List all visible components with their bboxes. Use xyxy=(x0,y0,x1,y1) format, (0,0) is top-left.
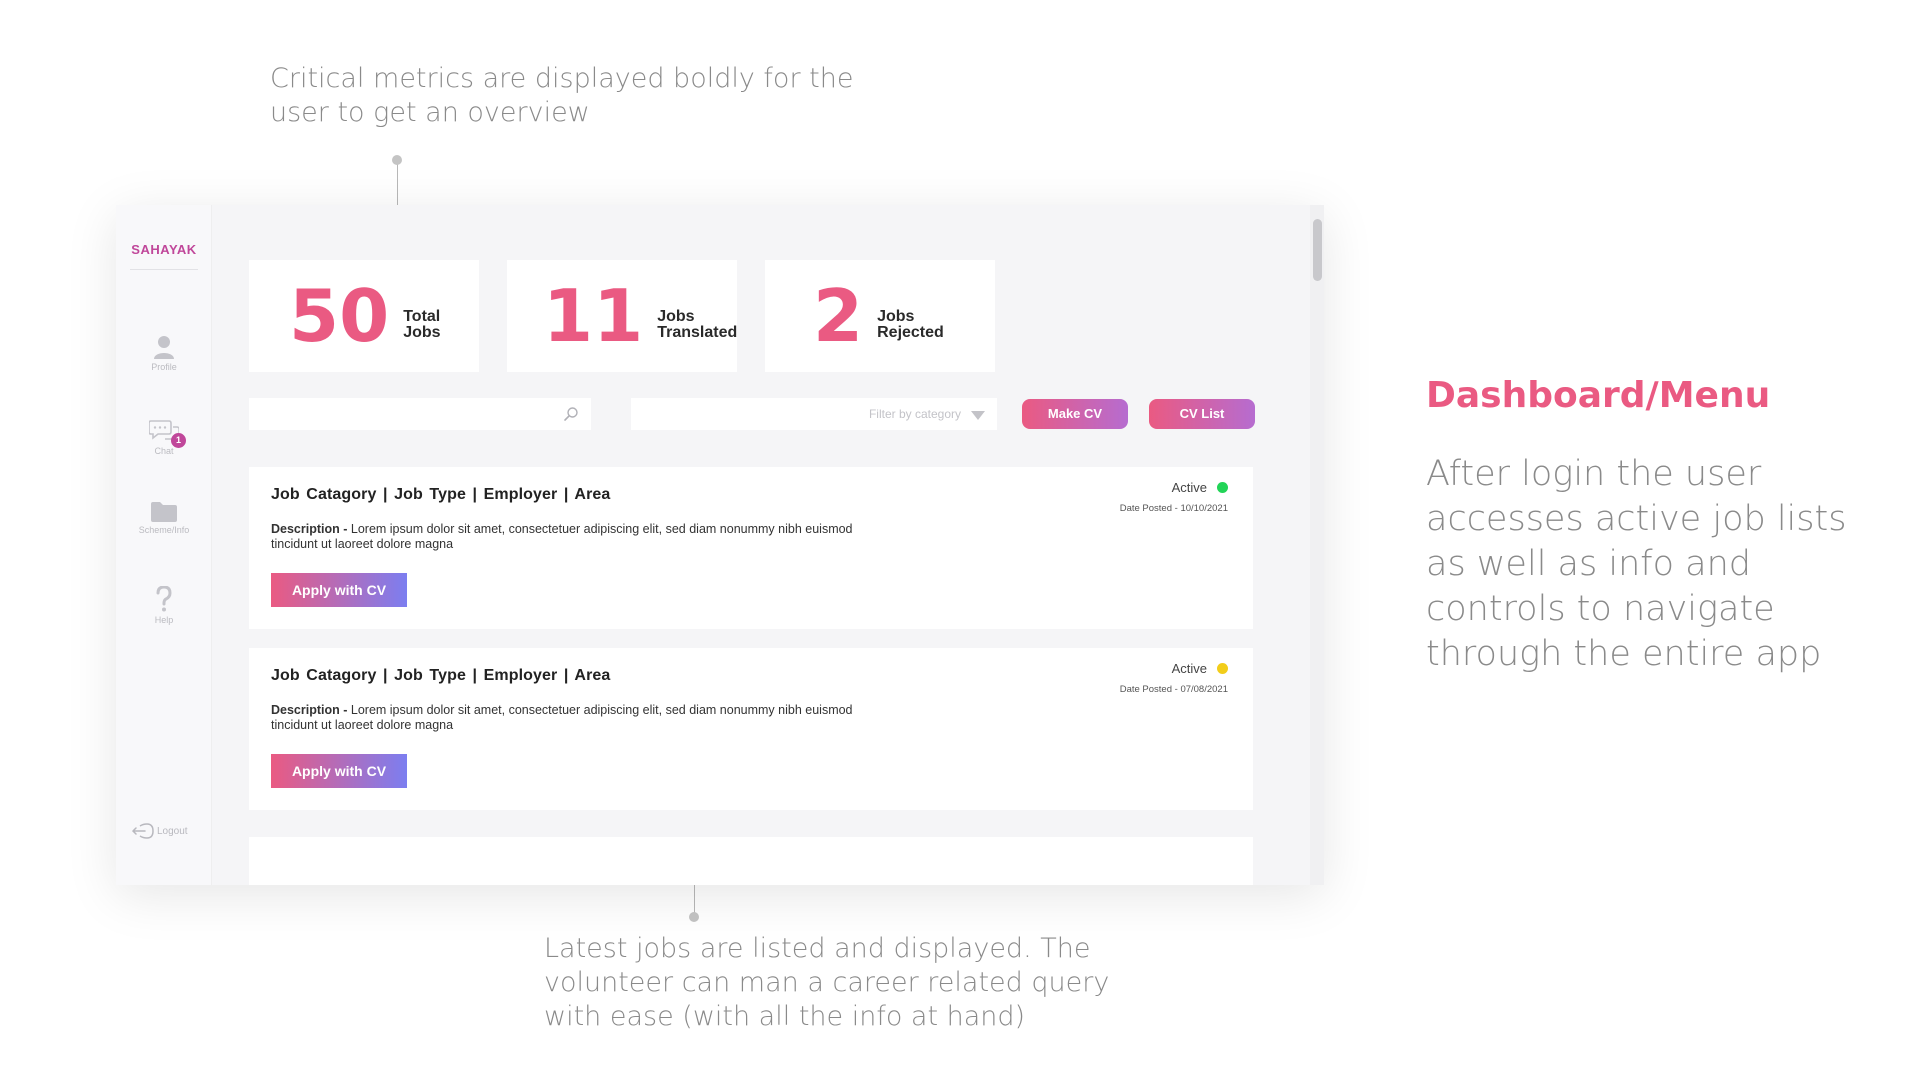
job-description-text: Lorem ipsum dolor sit amet, consectetuer… xyxy=(271,703,853,732)
stat-value: 2 xyxy=(813,274,864,358)
scrollbar-track[interactable] xyxy=(1310,205,1324,885)
logout-label: Logout xyxy=(157,825,188,837)
stat-card-jobs-rejected: 2 Jobs Rejected xyxy=(765,260,995,372)
status-dot-icon xyxy=(1217,663,1228,674)
scrollbar-thumb[interactable] xyxy=(1313,219,1322,281)
sidebar-item-chat[interactable]: 1 Chat xyxy=(116,419,212,456)
logout-icon xyxy=(131,823,154,839)
search-icon xyxy=(564,407,578,421)
apply-with-cv-button[interactable]: Apply with CV xyxy=(271,754,407,788)
main-content: 50 Total Jobs 11 Jobs Translated 2 Jobs … xyxy=(212,205,1324,885)
sidebar-item-label: Profile xyxy=(151,362,177,372)
job-description: Description - Lorem ipsum dolor sit amet… xyxy=(271,522,891,552)
sidebar: SAHAYAK Profile 1 Chat Scheme/Info Help … xyxy=(116,205,212,885)
cv-list-button[interactable]: CV List xyxy=(1149,399,1255,429)
job-description-label: Description - xyxy=(271,703,351,717)
job-title: Job Catagory | Job Type | Employer | Are… xyxy=(271,486,611,503)
side-title: Dashboard/Menu xyxy=(1426,375,1771,416)
job-title: Job Catagory | Job Type | Employer | Are… xyxy=(271,667,611,684)
job-status-label: Active xyxy=(1171,480,1207,495)
stat-value: 50 xyxy=(289,274,390,358)
sidebar-item-scheme-info[interactable]: Scheme/Info xyxy=(116,502,212,535)
folder-icon xyxy=(151,502,177,522)
stat-value: 11 xyxy=(543,274,644,358)
annotation-bottom-dot xyxy=(689,912,699,922)
job-status-label: Active xyxy=(1171,661,1207,676)
brand-divider xyxy=(130,269,198,270)
filter-placeholder: Filter by category xyxy=(868,407,961,421)
job-description-label: Description - xyxy=(271,522,351,536)
job-card: Job Catagory | Job Type | Employer | Are… xyxy=(249,648,1253,810)
sidebar-item-profile[interactable]: Profile xyxy=(116,335,212,372)
stat-card-total-jobs: 50 Total Jobs xyxy=(249,260,479,372)
stat-label: Jobs Rejected xyxy=(877,308,944,341)
job-date-posted: Date Posted - 10/10/2021 xyxy=(1119,503,1228,514)
annotation-top: Critical metrics are displayed boldly fo… xyxy=(270,63,854,128)
job-date-posted: Date Posted - 07/08/2021 xyxy=(1119,684,1228,695)
sidebar-item-help[interactable]: Help xyxy=(116,586,212,625)
sidebar-item-label: Help xyxy=(154,615,174,625)
search-input[interactable] xyxy=(249,398,591,430)
annotation-top-dot xyxy=(392,155,402,165)
chevron-down-icon xyxy=(971,411,985,420)
stat-label: Jobs Translated xyxy=(657,308,738,341)
make-cv-button[interactable]: Make CV xyxy=(1022,399,1128,429)
job-description: Description - Lorem ipsum dolor sit amet… xyxy=(271,703,891,733)
job-status: Active xyxy=(1172,480,1228,495)
annotation-bottom: Latest jobs are listed and displayed. Th… xyxy=(544,933,1110,1032)
stat-card-jobs-translated: 11 Jobs Translated xyxy=(507,260,737,372)
apply-with-cv-button[interactable]: Apply with CV xyxy=(271,573,407,607)
job-card xyxy=(249,837,1253,885)
logout-button[interactable]: Logout xyxy=(131,823,188,839)
help-icon xyxy=(156,586,172,612)
side-description: After login the user accesses active job… xyxy=(1426,454,1847,674)
sidebar-item-label: Chat xyxy=(154,446,174,456)
app-window: SAHAYAK Profile 1 Chat Scheme/Info Help … xyxy=(116,205,1324,885)
status-dot-icon xyxy=(1217,482,1228,493)
chat-badge: 1 xyxy=(171,433,186,448)
stat-label: Total Jobs xyxy=(403,308,441,341)
job-card: Job Catagory | Job Type | Employer | Are… xyxy=(249,467,1253,629)
sidebar-item-label: Scheme/Info xyxy=(138,525,190,535)
job-description-text: Lorem ipsum dolor sit amet, consectetuer… xyxy=(271,522,853,551)
job-status: Active xyxy=(1172,661,1228,676)
category-filter-select[interactable]: Filter by category xyxy=(631,398,997,430)
user-icon xyxy=(154,336,174,359)
brand-logo: SAHAYAK xyxy=(131,242,197,257)
